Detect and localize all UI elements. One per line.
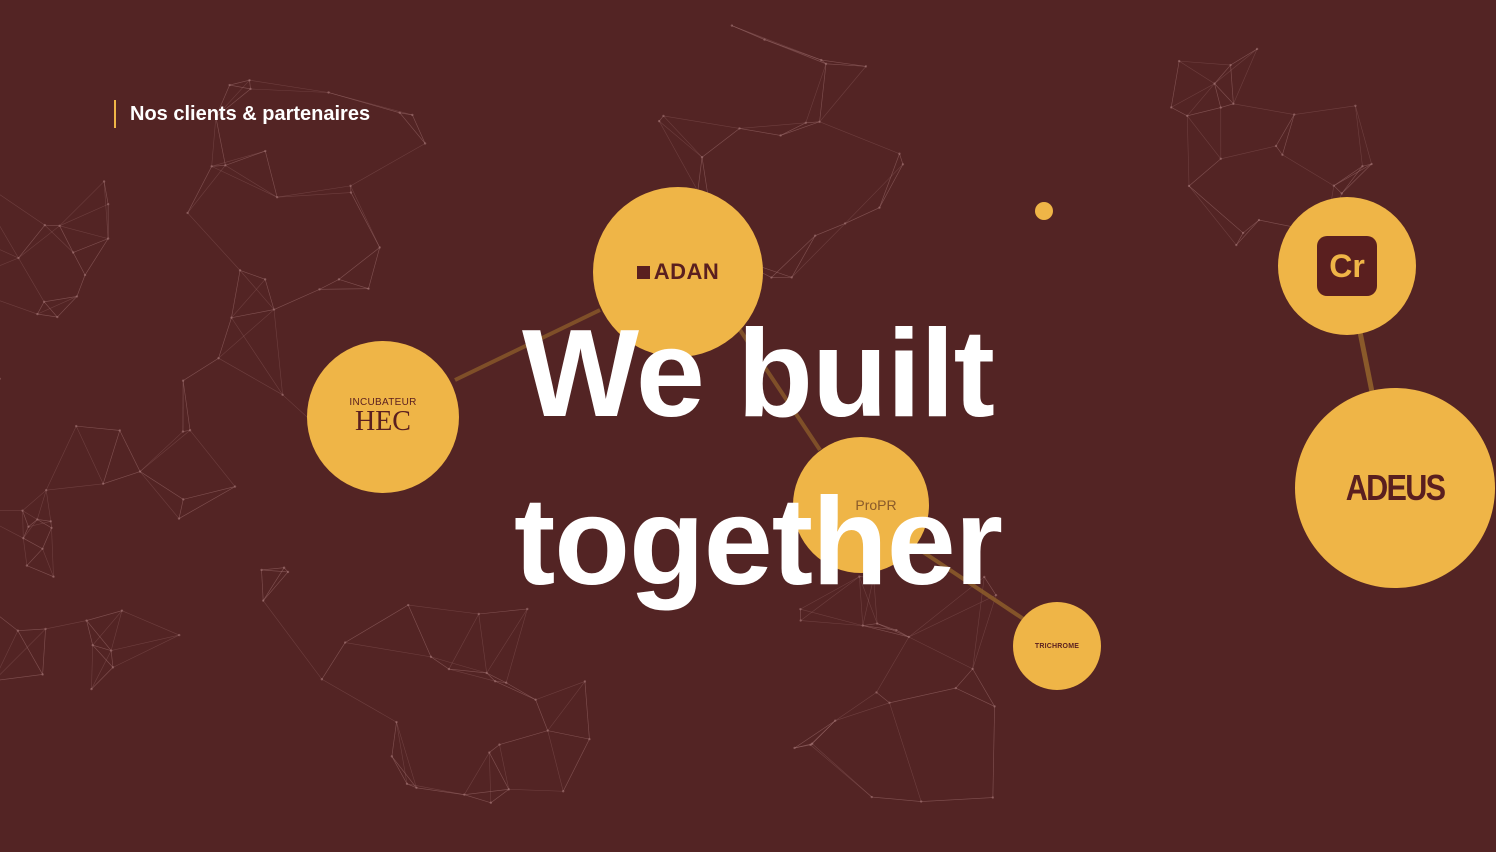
adan-square-icon	[636, 265, 650, 279]
hero-heading: We built together	[448, 290, 1068, 626]
partner-bubble-hec[interactable]: INCUBATEUR HEC	[307, 341, 459, 493]
trichrome-logo: TRICHROME	[1034, 642, 1080, 650]
hero-line-1: We built	[522, 305, 995, 443]
hero-line-2: together	[514, 473, 1003, 611]
adan-logo-text: ADAN	[653, 259, 720, 284]
adeus-logo: ADEUS	[1345, 467, 1446, 508]
connector-cr-adeus	[1357, 331, 1375, 393]
adan-logo: ADAN	[636, 259, 720, 285]
partner-bubble-adeus[interactable]: ADEUS	[1295, 388, 1495, 588]
hec-logo: INCUBATEUR HEC	[349, 398, 416, 436]
hec-logo-bottom: HEC	[354, 406, 411, 437]
decorative-dot	[1035, 202, 1053, 220]
cr-logo: Cr	[1317, 236, 1377, 296]
partner-bubble-cr[interactable]: Cr	[1278, 197, 1416, 335]
